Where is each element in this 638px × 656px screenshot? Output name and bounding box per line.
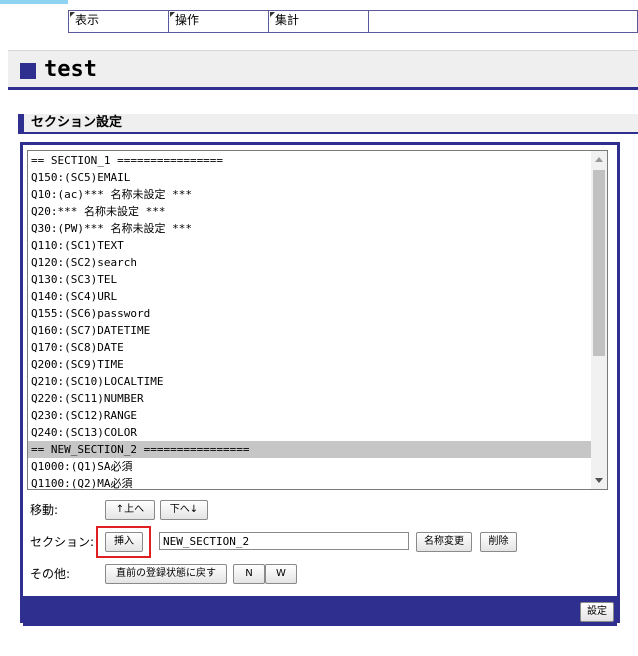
question-listbox[interactable]: == SECTION_1 ================ Q150:(SC5)E…	[27, 150, 608, 490]
move-label: 移動:	[30, 503, 59, 517]
section-settings-panel: == SECTION_1 ================ Q150:(SC5)E…	[20, 142, 620, 626]
list-item[interactable]: Q160:(SC7)DATETIME	[28, 322, 591, 339]
corner-triangle-icon	[270, 12, 275, 17]
list-item[interactable]: == SECTION_1 ================	[28, 152, 591, 169]
submit-settings-button[interactable]: 設定	[580, 602, 614, 622]
list-item[interactable]: Q10:(ac)*** 名称未設定 ***	[28, 186, 591, 203]
list-item[interactable]: Q210:(SC10)LOCALTIME	[28, 373, 591, 390]
nav-item-operation[interactable]: 操作	[169, 11, 269, 32]
nav-item-view[interactable]: 表示	[69, 11, 169, 32]
n-button[interactable]: N	[233, 564, 265, 584]
list-item[interactable]: Q110:(SC1)TEXT	[28, 237, 591, 254]
nav-item-label: 操作	[175, 13, 200, 27]
w-button[interactable]: W	[265, 564, 297, 584]
move-down-button[interactable]: 下へ↓	[160, 500, 208, 520]
section-label: セクション:	[30, 535, 95, 549]
top-accent-bar	[0, 0, 68, 4]
list-item[interactable]: Q230:(SC12)RANGE	[28, 407, 591, 424]
corner-triangle-icon	[70, 12, 75, 17]
section-heading-bar: セクション設定	[18, 114, 638, 134]
list-item[interactable]: Q120:(SC2)search	[28, 254, 591, 271]
title-square-icon	[20, 63, 36, 79]
list-item[interactable]: Q140:(SC4)URL	[28, 288, 591, 305]
list-item[interactable]: Q30:(PW)*** 名称未設定 ***	[28, 220, 591, 237]
other-label: その他:	[30, 567, 71, 581]
list-item[interactable]: Q130:(SC3)TEL	[28, 271, 591, 288]
listbox-scrollbar[interactable]	[591, 151, 607, 489]
top-navigation: 表示 操作 集計	[0, 0, 638, 34]
nav-empty-cell	[369, 11, 638, 32]
scroll-up-arrow-icon[interactable]	[595, 157, 603, 162]
heading-bar-icon	[18, 114, 24, 132]
panel-footer: 設定	[23, 596, 617, 626]
list-item[interactable]: Q1000:(Q1)SA必須	[28, 458, 591, 475]
section-heading: セクション設定	[31, 115, 123, 130]
list-item[interactable]: Q20:*** 名称未設定 ***	[28, 203, 591, 220]
page-title: test	[44, 57, 97, 82]
list-item[interactable]: Q200:(SC9)TIME	[28, 356, 591, 373]
nav-item-label: 集計	[275, 13, 300, 27]
listbox-items: == SECTION_1 ================ Q150:(SC5)E…	[28, 152, 591, 489]
nav-menu: 表示 操作 集計	[68, 10, 638, 33]
nav-item-summary[interactable]: 集計	[269, 11, 369, 32]
page-title-bar: test	[8, 50, 638, 90]
scroll-down-arrow-icon[interactable]	[595, 478, 603, 483]
list-item[interactable]: Q170:(SC8)DATE	[28, 339, 591, 356]
corner-triangle-icon	[170, 12, 175, 17]
insert-section-button[interactable]: 挿入	[105, 532, 143, 552]
list-item[interactable]: Q220:(SC11)NUMBER	[28, 390, 591, 407]
revert-button[interactable]: 直前の登録状態に戻す	[105, 564, 227, 584]
list-item[interactable]: == NEW_SECTION_2 ================	[28, 441, 591, 458]
delete-section-button[interactable]: 削除	[480, 532, 517, 552]
list-item[interactable]: Q240:(SC13)COLOR	[28, 424, 591, 441]
nav-item-label: 表示	[75, 13, 100, 27]
list-item[interactable]: Q150:(SC5)EMAIL	[28, 169, 591, 186]
list-item[interactable]: Q1100:(Q2)MA必須	[28, 475, 591, 489]
rename-section-button[interactable]: 名称変更	[416, 532, 472, 552]
list-item[interactable]: Q155:(SC6)password	[28, 305, 591, 322]
section-name-input[interactable]	[159, 532, 409, 550]
scrollbar-thumb[interactable]	[593, 170, 605, 356]
move-up-button[interactable]: ↑上へ	[105, 500, 155, 520]
